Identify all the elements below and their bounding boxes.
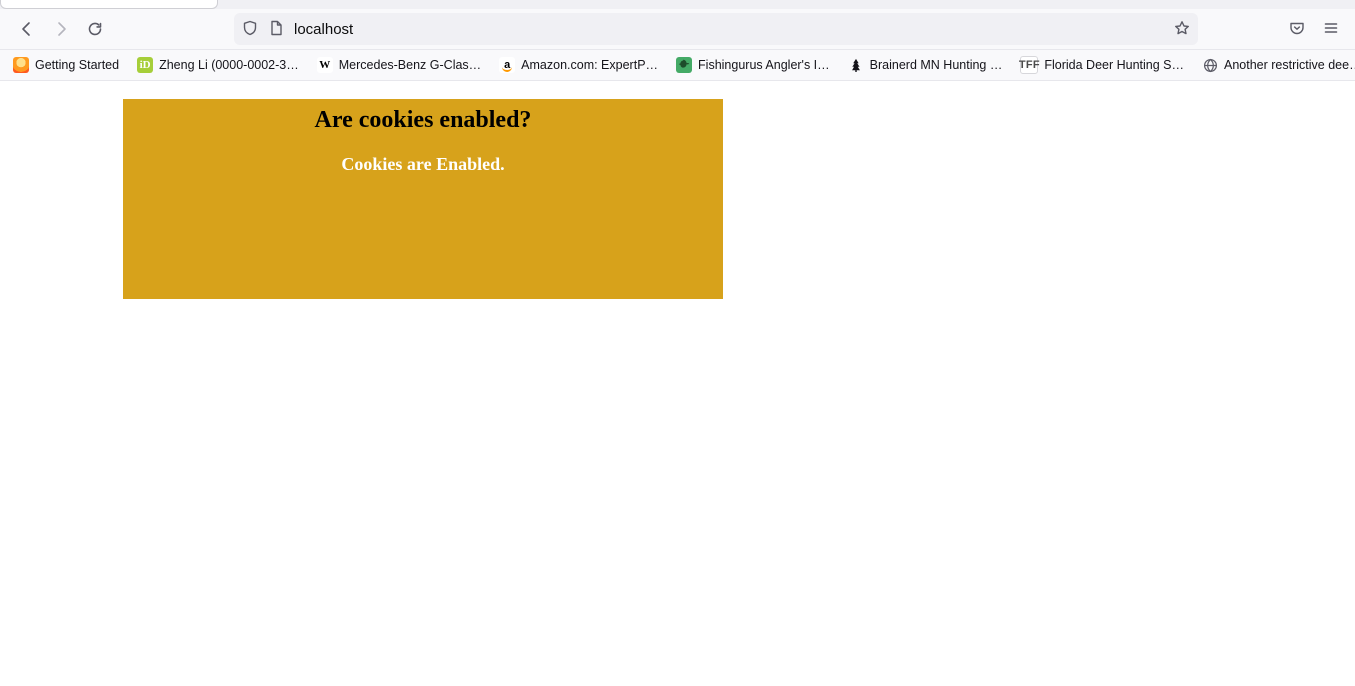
- cookie-status-panel: Are cookies enabled? Cookies are Enabled…: [123, 99, 723, 299]
- chrome-right: [1289, 20, 1347, 39]
- tree-icon: [848, 57, 864, 73]
- bookmark-label: Mercedes-Benz G-Clas…: [339, 58, 481, 72]
- amazon-icon: a: [499, 57, 515, 73]
- pocket-icon[interactable]: [1289, 20, 1305, 39]
- panel-status: Cookies are Enabled.: [123, 134, 723, 175]
- toolbar: localhost: [0, 9, 1355, 50]
- identity-box[interactable]: [242, 20, 284, 39]
- bookmark-label: Zheng Li (0000-0002-3…: [159, 58, 299, 72]
- bookmark-label: Another restrictive dee…: [1224, 58, 1355, 72]
- forward-button[interactable]: [46, 14, 76, 44]
- url-text[interactable]: localhost: [294, 21, 1164, 38]
- app-menu-icon[interactable]: [1323, 20, 1339, 39]
- bookmark-brainerd[interactable]: Brainerd MN Hunting …: [841, 54, 1010, 76]
- page-icon: [268, 20, 284, 39]
- bookmark-star-icon[interactable]: [1174, 20, 1190, 39]
- bookmark-orcid[interactable]: iD Zheng Li (0000-0002-3…: [130, 54, 306, 76]
- nav-buttons: [12, 14, 110, 44]
- active-tab[interactable]: [0, 0, 218, 9]
- panel-heading: Are cookies enabled?: [123, 99, 723, 134]
- firefox-icon: [13, 57, 29, 73]
- fish-icon: [676, 57, 692, 73]
- page-viewport: Are cookies enabled? Cookies are Enabled…: [0, 81, 1355, 686]
- globe-icon: [1202, 57, 1218, 73]
- bookmark-florida-deer[interactable]: TFF Florida Deer Hunting S…: [1013, 53, 1191, 77]
- bookmark-label: Getting Started: [35, 58, 119, 72]
- url-bar[interactable]: localhost: [234, 13, 1198, 45]
- bookmark-label: Amazon.com: ExpertP…: [521, 58, 658, 72]
- bookmark-wikipedia[interactable]: W Mercedes-Benz G-Clas…: [310, 54, 488, 76]
- bookmarks-bar: Getting Started iD Zheng Li (0000-0002-3…: [0, 50, 1355, 81]
- bookmark-fishingurus[interactable]: Fishingurus Angler's I…: [669, 54, 837, 76]
- tff-icon: TFF: [1020, 56, 1038, 74]
- bookmark-restrictive-deer[interactable]: Another restrictive dee…: [1195, 54, 1355, 76]
- orcid-icon: iD: [137, 57, 153, 73]
- wikipedia-icon: W: [317, 57, 333, 73]
- reload-button[interactable]: [80, 14, 110, 44]
- bookmark-getting-started[interactable]: Getting Started: [6, 54, 126, 76]
- bookmark-label: Fishingurus Angler's I…: [698, 58, 830, 72]
- back-button[interactable]: [12, 14, 42, 44]
- bookmark-label: Brainerd MN Hunting …: [870, 58, 1003, 72]
- tab-strip: [0, 0, 1355, 9]
- bookmark-label: Florida Deer Hunting S…: [1044, 58, 1184, 72]
- bookmark-amazon[interactable]: a Amazon.com: ExpertP…: [492, 54, 665, 76]
- shield-icon: [242, 20, 258, 39]
